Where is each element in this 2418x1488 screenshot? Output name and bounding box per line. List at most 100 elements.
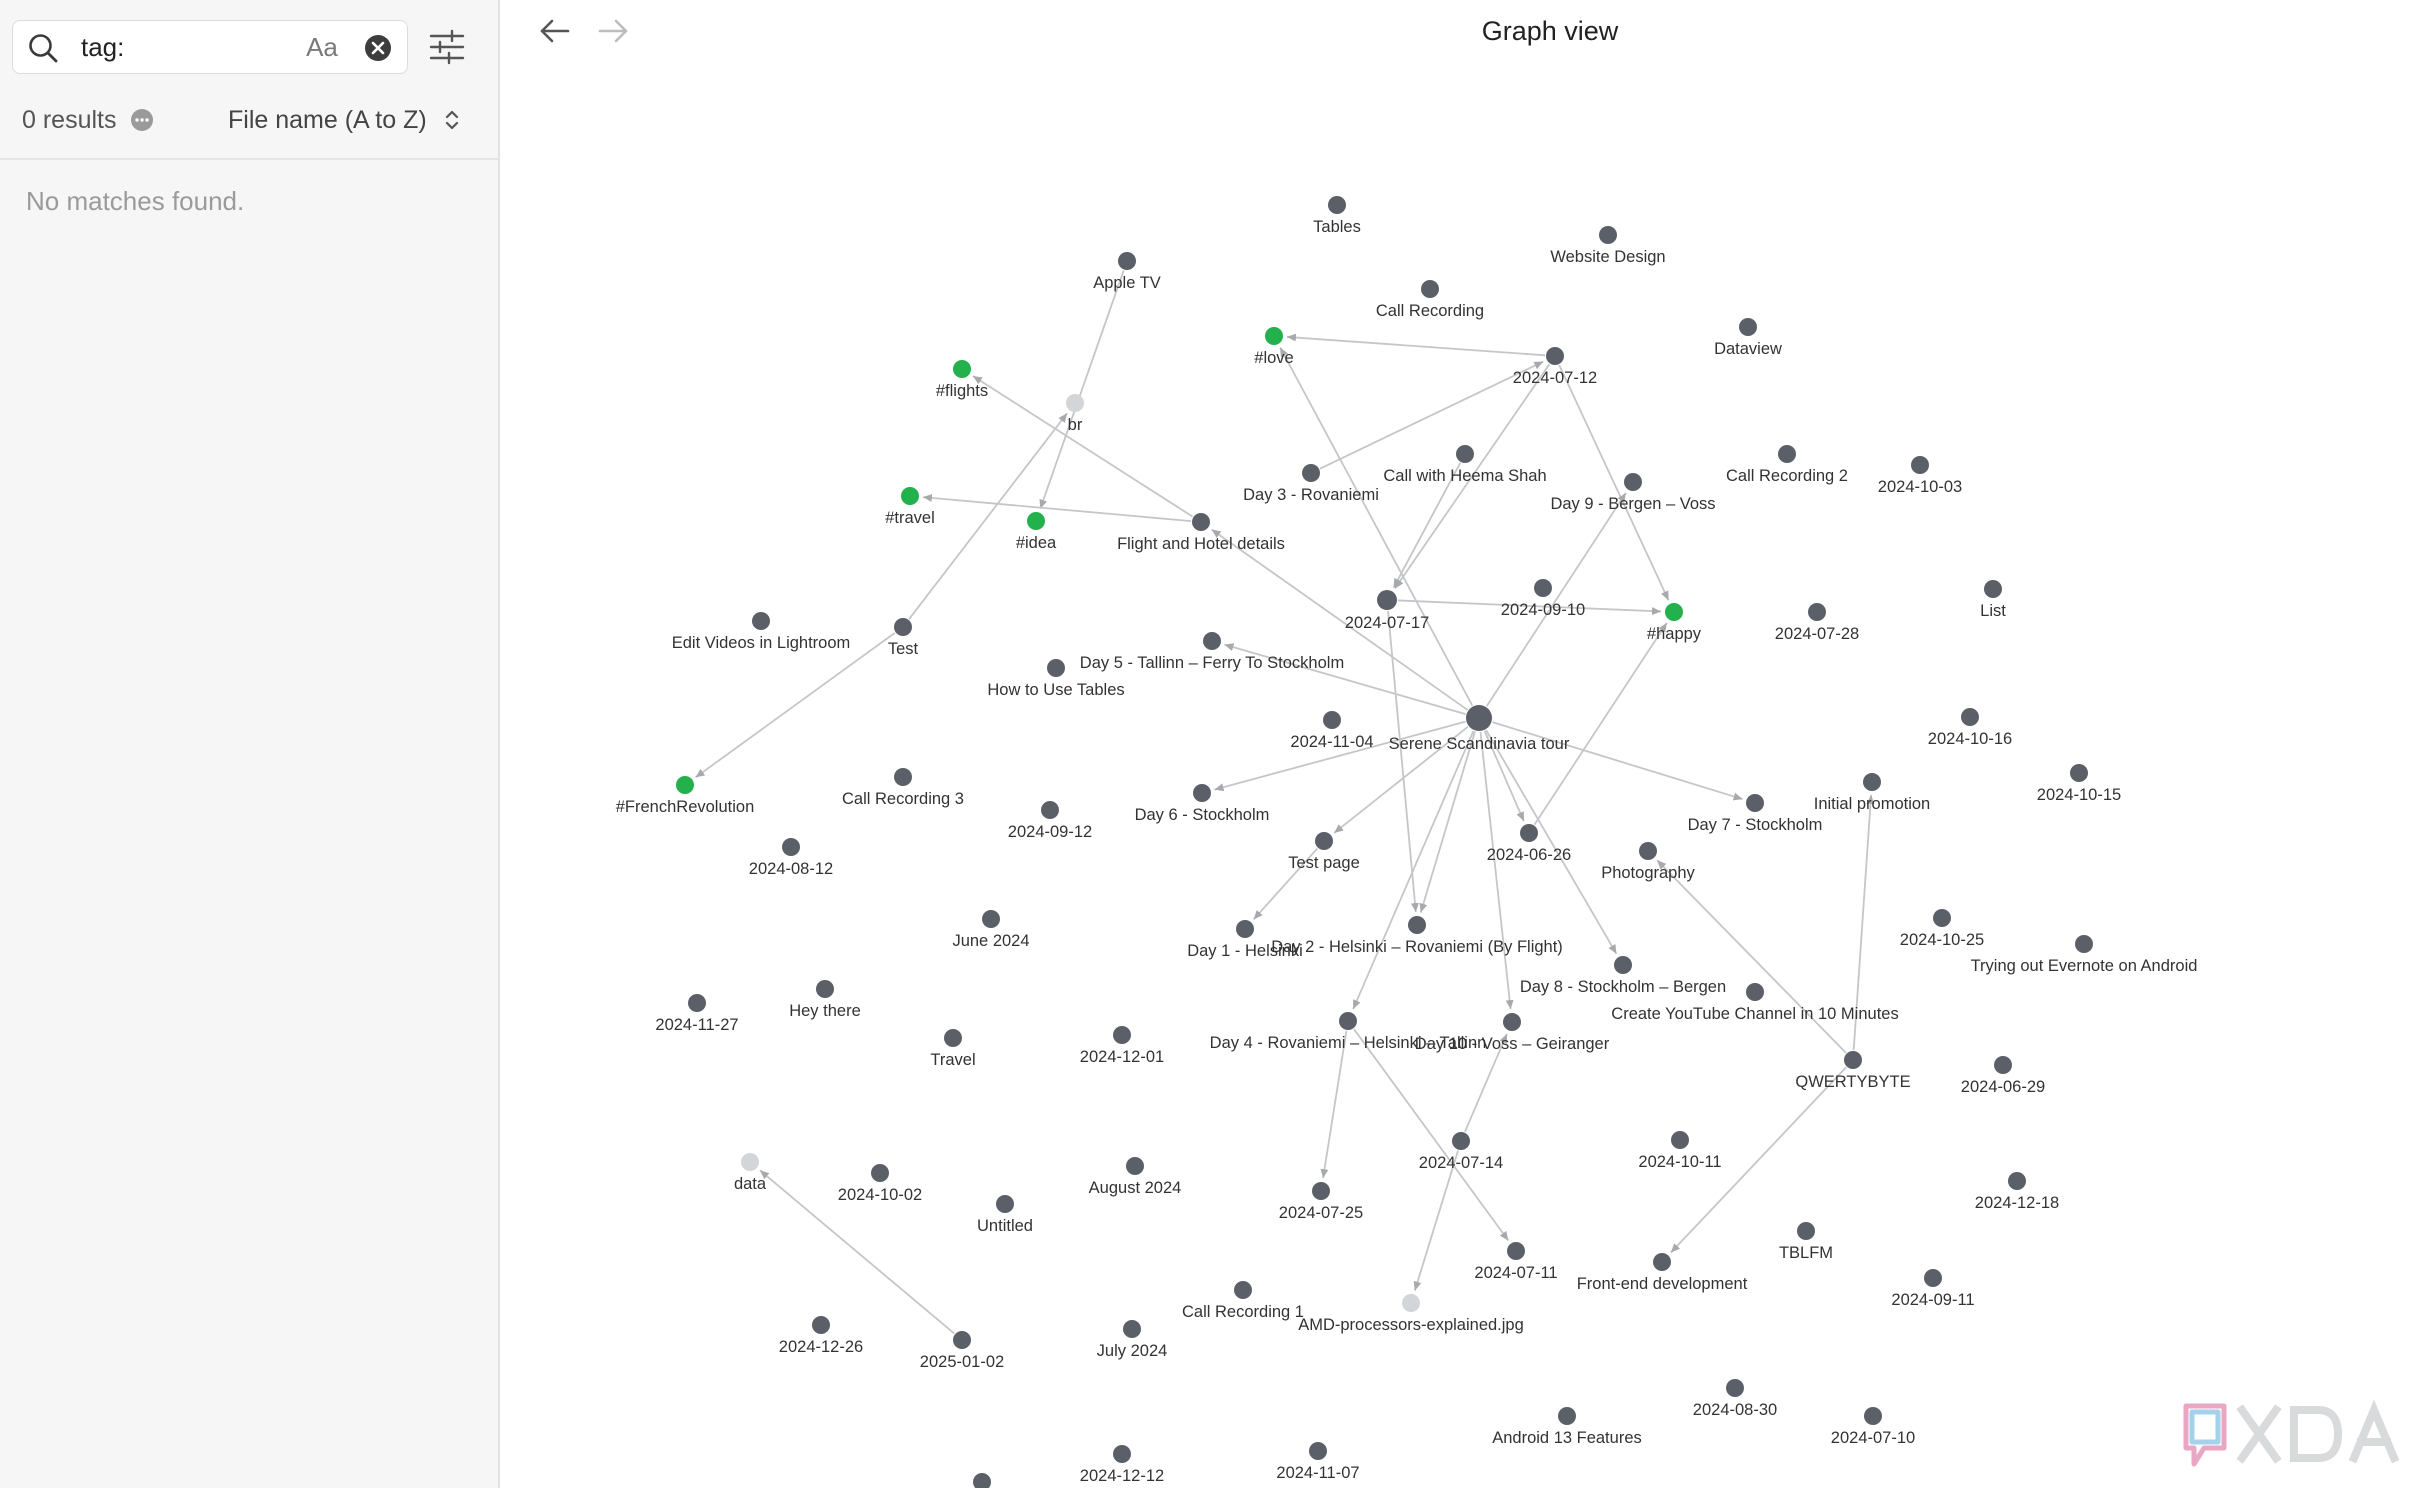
graph-node-dot[interactable] [1456,445,1474,463]
graph-node-day9[interactable]: Day 9 - Bergen – Voss [1550,473,1716,513]
graph-node-day3[interactable]: Day 3 - Rovaniemi [1243,464,1379,504]
graph-node-dot[interactable] [1265,327,1283,345]
graph-node-dot[interactable] [1520,824,1538,842]
graph-node-dot[interactable] [1739,318,1757,336]
graph-node-d20240830[interactable]: 2024-08-30 [1693,1379,1777,1419]
graph-node-dot[interactable] [944,1029,962,1047]
graph-node-dot[interactable] [2070,764,2088,782]
graph-node-dot[interactable] [1671,1131,1689,1149]
graph-node-android13[interactable]: Android 13 Features [1492,1407,1642,1447]
graph-node-dot[interactable] [1203,632,1221,650]
graph-node-dot[interactable] [1911,456,1929,474]
graph-node-test[interactable]: Test [888,618,919,658]
graph-node-dot[interactable] [1339,1012,1357,1030]
graph-node-dot[interactable] [1113,1026,1131,1044]
graph-node-dot[interactable] [1047,659,1065,677]
graph-node-d20241015[interactable]: 2024-10-15 [2037,764,2121,804]
graph-node-dot[interactable] [1797,1222,1815,1240]
graph-node-d20240812[interactable]: 2024-08-12 [749,838,833,878]
graph-node-dot[interactable] [953,360,971,378]
graph-node-dot[interactable] [688,994,706,1012]
graph-node-dot[interactable] [1126,1157,1144,1175]
graph-node-apple-tv[interactable]: Apple TV [1093,252,1161,292]
graph-node-dot[interactable] [1309,1442,1327,1460]
graph-node-dot[interactable] [812,1316,830,1334]
graph-node-dot[interactable] [1192,513,1210,531]
graph-node-dot[interactable] [901,487,919,505]
graph-node-dot[interactable] [752,612,770,630]
graph-node-d20241201[interactable]: 2024-12-01 [1080,1026,1164,1066]
graph-node-travel-tag[interactable]: #travel [885,487,935,527]
graph-node-dot[interactable] [2008,1172,2026,1190]
graph-node-photography[interactable]: Photography [1601,842,1696,882]
graph-node-dot[interactable] [1421,280,1439,298]
graph-node-dot[interactable] [1236,920,1254,938]
graph-node-d20240626[interactable]: 2024-06-26 [1487,824,1571,864]
graph-node-d20240714[interactable]: 2024-07-14 [1419,1132,1503,1172]
graph-node-br[interactable]: br [1066,394,1084,434]
graph-node-d20240911[interactable]: 2024-09-11 [1891,1269,1975,1309]
graph-node-dot[interactable] [1066,394,1084,412]
graph-node-call-recording-2[interactable]: Call Recording 2 [1726,445,1848,485]
graph-node-d20240717[interactable]: 2024-07-17 [1345,590,1429,632]
graph-node-website-design[interactable]: Website Design [1550,226,1666,266]
graph-node-dot[interactable] [1312,1182,1330,1200]
graph-node-dot[interactable] [953,1331,971,1349]
graph-node-dot[interactable] [1113,1445,1131,1463]
graph-node-happy[interactable]: #happy [1647,603,1702,643]
graph-node-dot[interactable] [894,618,912,636]
graph-node-edit-videos[interactable]: Edit Videos in Lightroom [672,612,851,652]
graph-node-day6[interactable]: Day 6 - Stockholm [1135,784,1270,824]
graph-node-qwertybyte[interactable]: QWERTYBYTE [1795,1051,1911,1091]
graph-node-dot[interactable] [1726,1379,1744,1397]
graph-node-d20241226[interactable]: 2024-12-26 [779,1316,863,1356]
graph-node-unlabeled-bottom[interactable] [973,1473,991,1488]
graph-node-call-recording-3[interactable]: Call Recording 3 [842,768,964,808]
graph-node-serene[interactable]: Serene Scandinavia tour [1389,705,1570,753]
graph-node-d20241025[interactable]: 2024-10-25 [1900,909,1984,949]
graph-node-dot[interactable] [1746,794,1764,812]
graph-node-front-end[interactable]: Front-end development [1577,1253,1748,1293]
graph-node-dot[interactable] [1041,801,1059,819]
graph-node-d20240910[interactable]: 2024-09-10 [1501,579,1585,619]
graph-node-dot[interactable] [1546,347,1564,365]
graph-node-dot[interactable] [1778,445,1796,463]
graph-node-call-recording-1[interactable]: Call Recording 1 [1182,1281,1304,1321]
graph-node-june2024[interactable]: June 2024 [952,910,1030,950]
graph-node-day7[interactable]: Day 7 - Stockholm [1688,794,1823,834]
graph-node-dot[interactable] [1118,252,1136,270]
graph-node-d20241016[interactable]: 2024-10-16 [1928,708,2012,748]
graph-node-dot[interactable] [1599,226,1617,244]
graph-node-dataview[interactable]: Dataview [1714,318,1782,358]
graph-node-dot[interactable] [1863,773,1881,791]
graph-node-dot[interactable] [894,768,912,786]
graph-node-d20241212[interactable]: 2024-12-12 [1080,1445,1164,1485]
graph-node-dot[interactable] [1503,1013,1521,1031]
graph-node-d20240711[interactable]: 2024-07-11 [1474,1242,1558,1282]
graph-node-dot[interactable] [1624,473,1642,491]
graph-node-dot[interactable] [1507,1242,1525,1260]
graph-node-dot[interactable] [1558,1407,1576,1425]
graph-node-tblfm[interactable]: TBLFM [1779,1222,1833,1262]
graph-node-dot[interactable] [1924,1269,1942,1287]
graph-node-august2024[interactable]: August 2024 [1089,1157,1182,1197]
graph-node-dot[interactable] [1302,464,1320,482]
graph-node-flight-hotel[interactable]: Flight and Hotel details [1117,513,1285,553]
forward-arrow-icon[interactable] [594,14,632,48]
graph-node-dot[interactable] [1328,196,1346,214]
graph-node-d20241002[interactable]: 2024-10-02 [838,1164,922,1204]
graph-node-day8[interactable]: Day 8 - Stockholm – Bergen [1520,956,1726,996]
graph-node-d20240728[interactable]: 2024-07-28 [1775,603,1859,643]
graph-node-dot[interactable] [1808,603,1826,621]
graph-node-dot[interactable] [1933,909,1951,927]
graph-node-d20241127[interactable]: 2024-11-27 [655,994,739,1034]
graph-node-dot[interactable] [1639,842,1657,860]
back-arrow-icon[interactable] [536,14,574,48]
graph-node-day5[interactable]: Day 5 - Tallinn – Ferry To Stockholm [1080,632,1344,672]
graph-node-dot[interactable] [1234,1281,1252,1299]
graph-node-call-heema[interactable]: Call with Heema Shah [1383,445,1547,485]
graph-node-d20240725[interactable]: 2024-07-25 [1279,1182,1363,1222]
graph-node-dot[interactable] [741,1153,759,1171]
graph-node-d20241107[interactable]: 2024-11-07 [1276,1442,1360,1482]
graph-node-d20240912[interactable]: 2024-09-12 [1008,801,1092,841]
